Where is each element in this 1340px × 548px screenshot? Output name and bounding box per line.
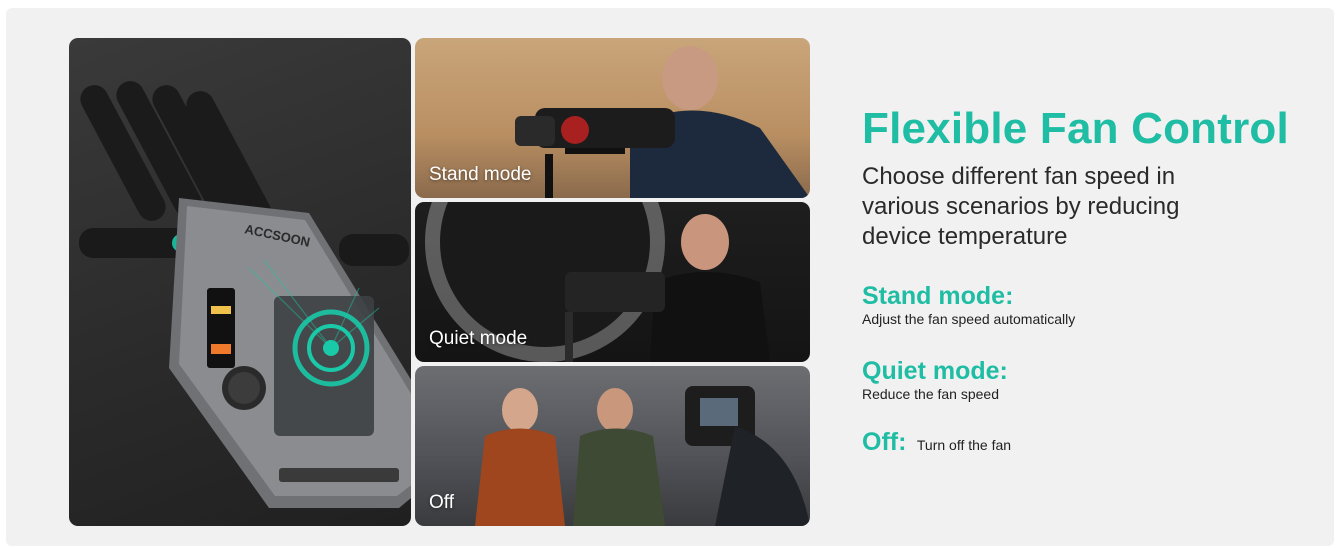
page-title: Flexible Fan Control — [862, 104, 1289, 153]
interview-scene-illustration — [475, 386, 810, 526]
mode-description: Turn off the fan — [916, 437, 1012, 453]
page-subtitle: Choose different fan speed in various sc… — [862, 163, 1180, 250]
photo-stand-mode: Stand mode — [415, 38, 810, 198]
mode-item-quiet: Quiet mode: Reduce the fan speed — [862, 357, 1008, 403]
device-image-panel: ACCSOON — [69, 38, 411, 526]
quiet-mode-photo-label: Quiet mode — [429, 328, 528, 349]
mode-title: Stand mode: — [862, 282, 1014, 310]
mode-item-stand: Stand mode: Adjust the fan speed automat… — [862, 282, 1075, 328]
mode-title: Quiet mode: — [862, 357, 1008, 385]
mode-description: Adjust the fan speed automatically — [862, 311, 1076, 327]
photo-off-mode: Off — [415, 366, 810, 526]
photo-quiet-mode: Quiet mode — [415, 202, 810, 362]
mode-description: Reduce the fan speed — [862, 386, 999, 402]
mode-title: Off: — [862, 428, 907, 456]
off-mode-photo-label: Off — [429, 492, 454, 513]
transmitter-device-illustration: ACCSOON — [79, 81, 411, 508]
mode-item-off: Off: Turn off the fan — [862, 428, 1011, 456]
feature-text-column: Flexible Fan Control Choose different fa… — [862, 100, 1322, 252]
stand-mode-photo-label: Stand mode — [429, 164, 532, 185]
